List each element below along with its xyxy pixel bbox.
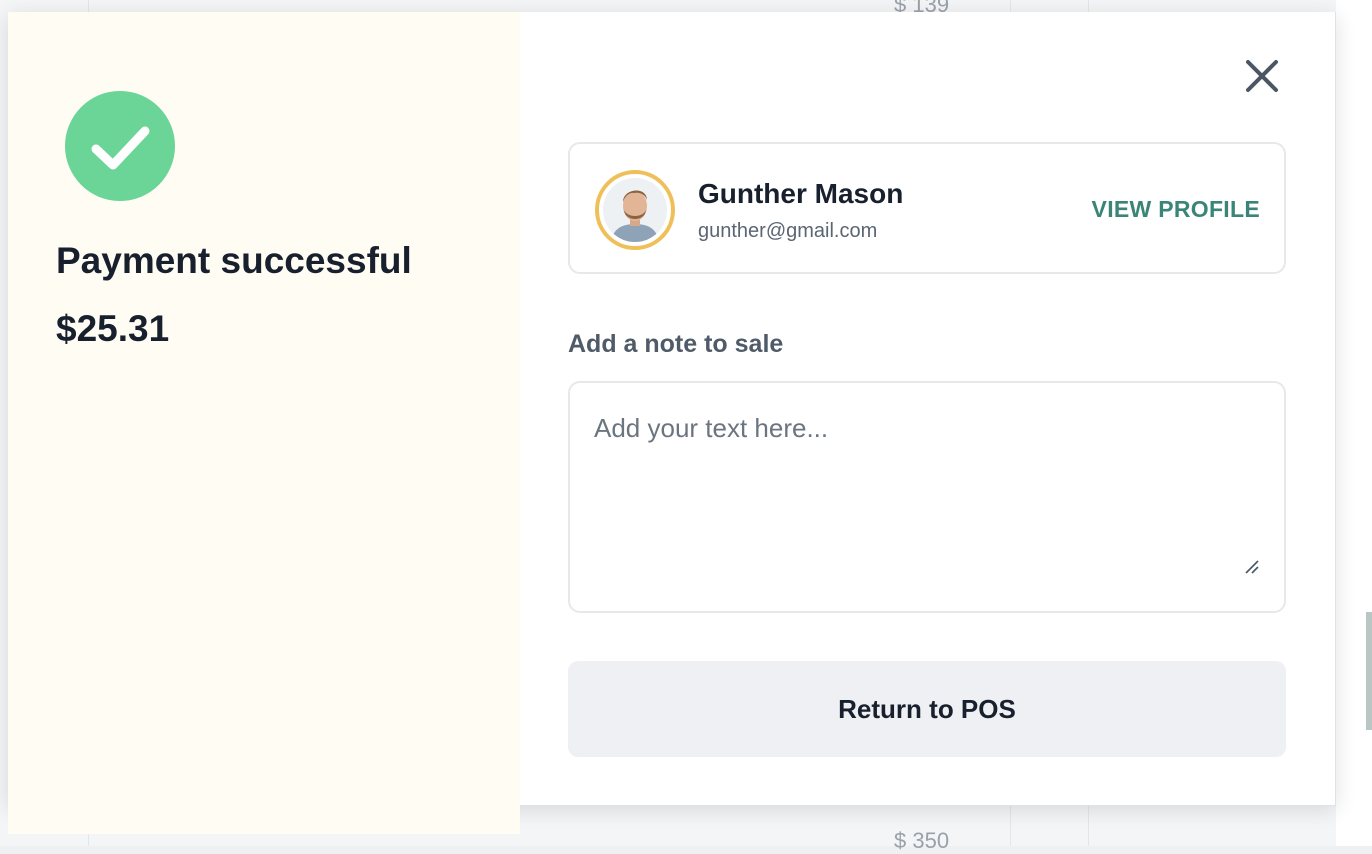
view-profile-link[interactable]: VIEW PROFILE [1092,196,1260,223]
background-accent [1366,612,1372,730]
return-to-pos-button[interactable]: Return to POS [568,661,1286,757]
note-textarea[interactable] [570,383,1284,611]
payment-status-title: Payment successful [56,240,412,281]
check-icon [91,126,150,170]
customer-name: Gunther Mason [698,178,904,209]
background-price: $ 350 [894,828,950,853]
payment-amount: $25.31 [56,308,170,349]
resize-handle-icon[interactable] [1244,559,1260,575]
payment-summary-panel: Payment successful $25.31 [8,12,520,834]
avatar [595,170,675,250]
note-field-container [568,381,1286,613]
close-icon [1246,60,1278,92]
customer-card: Gunther Mason gunther@gmail.com VIEW PRO… [568,142,1286,274]
customer-photo-icon [603,178,667,242]
success-badge [65,91,175,201]
close-button[interactable] [1244,58,1280,94]
customer-email: gunther@gmail.com [698,220,878,242]
note-label: Add a note to sale [568,330,784,358]
